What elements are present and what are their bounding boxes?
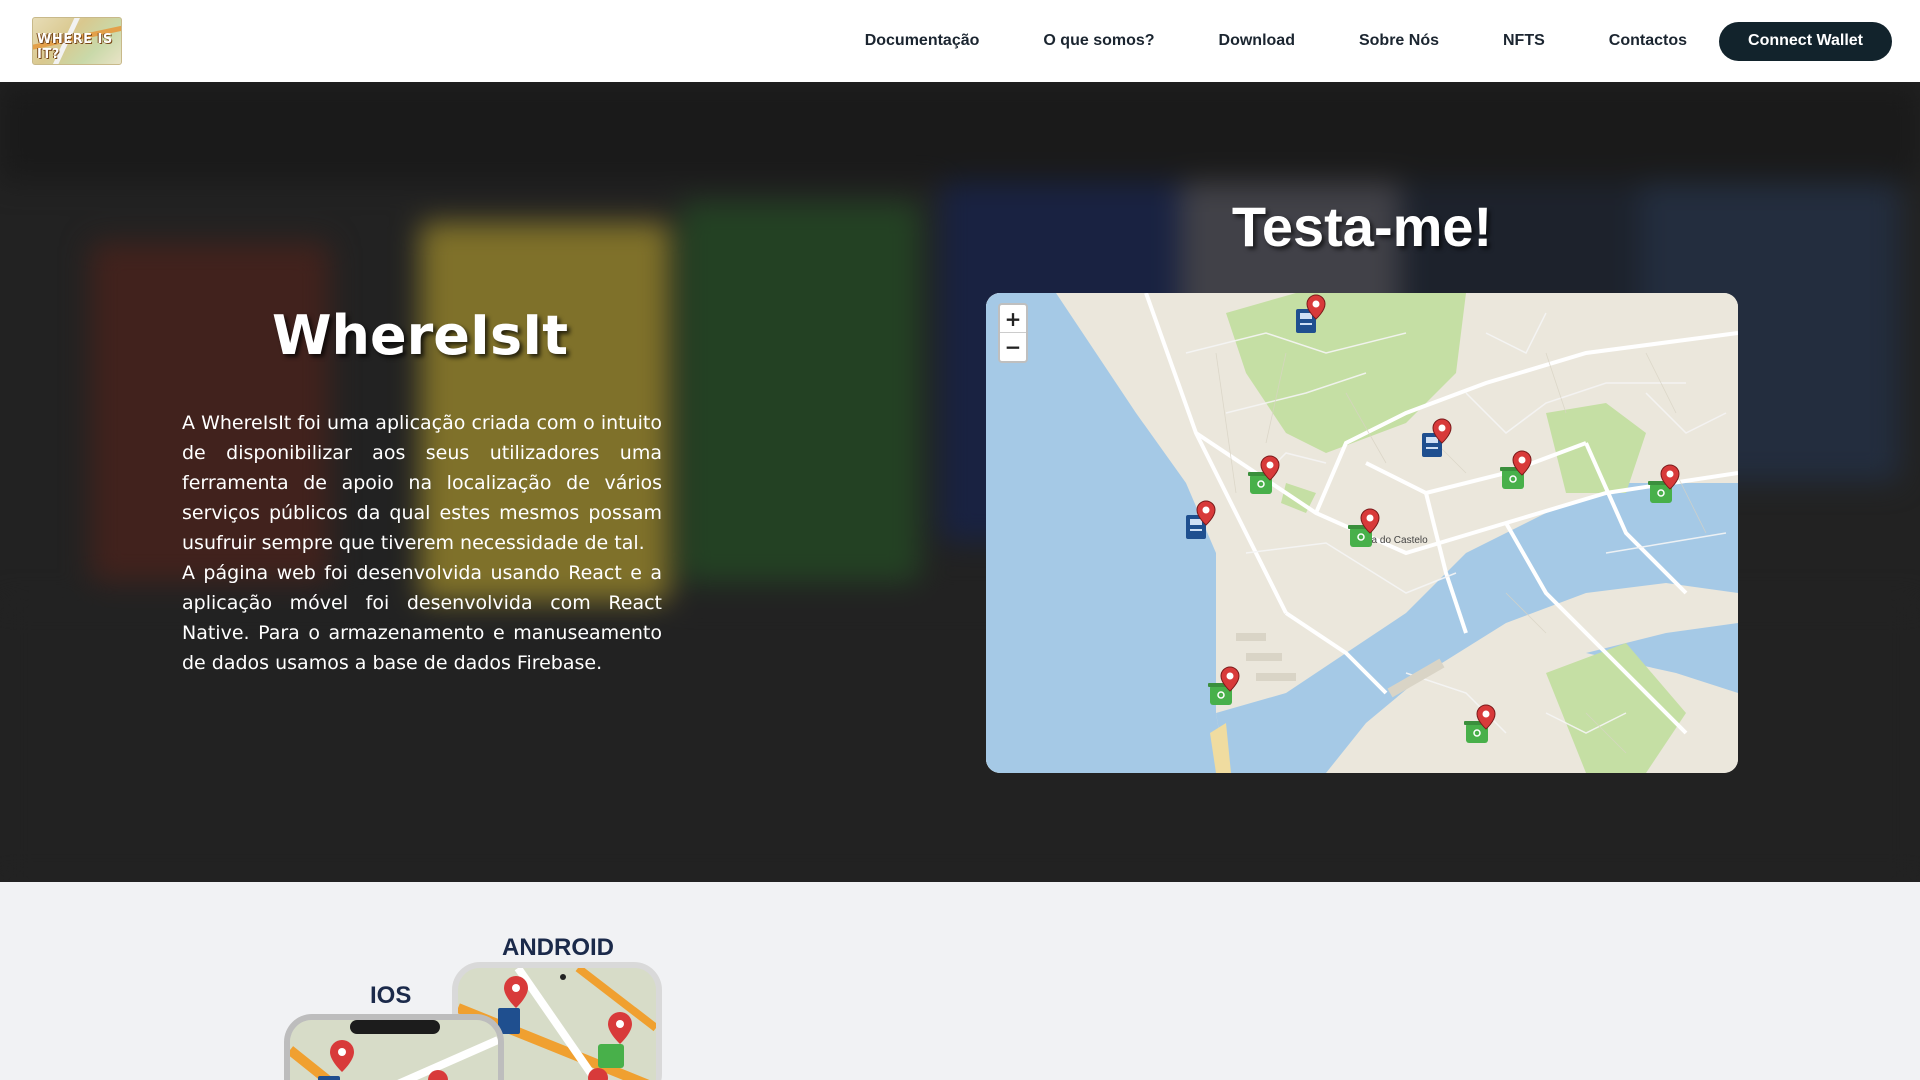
hero-title: WhereIsIt: [271, 304, 569, 367]
hero-section: WhereIsIt A WhereIsIt foi uma aplicação …: [0, 82, 1920, 882]
main-nav: Documentação O que somos? Download Sobre…: [865, 21, 1892, 61]
nav-nfts[interactable]: NFTS: [1503, 32, 1545, 50]
logo-text: WHERE IS IT?: [37, 32, 113, 62]
map-marker-atm[interactable]: [1184, 499, 1218, 543]
map-marker-atm[interactable]: [1294, 293, 1328, 337]
hero-paragraph-1: A WhereIsIt foi uma aplicação criada com…: [182, 412, 662, 554]
map-marker-recycling-bin[interactable]: [1348, 507, 1382, 551]
map-marker-recycling-bin[interactable]: [1208, 665, 1242, 709]
hero-paragraph-2: A página web foi desenvolvida usando Rea…: [182, 562, 662, 674]
ios-phone-mockup[interactable]: [284, 1014, 504, 1080]
map-marker-recycling-bin[interactable]: [1464, 703, 1498, 747]
hero-description: A WhereIsIt foi uma aplicação criada com…: [182, 408, 662, 678]
nav-download[interactable]: Download: [1219, 32, 1295, 50]
map-marker-recycling-bin[interactable]: [1500, 449, 1534, 493]
top-navbar: WHERE IS IT? Documentação O que somos? D…: [0, 0, 1920, 82]
whereisit-logo[interactable]: WHERE IS IT?: [32, 17, 122, 65]
map-section-title: Testa-me!: [1231, 195, 1493, 258]
nav-sobre-nos[interactable]: Sobre Nós: [1359, 32, 1439, 50]
interactive-map[interactable]: + − na do Castelo: [986, 293, 1738, 773]
nav-o-que-somos[interactable]: O que somos?: [1043, 32, 1154, 50]
map-zoom-control: + −: [998, 303, 1028, 363]
ios-phone-screen: [290, 1020, 498, 1080]
map-marker-atm[interactable]: [1420, 417, 1454, 461]
ios-label: IOS: [370, 982, 412, 1009]
download-section: ANDROID IOS: [0, 882, 1920, 1080]
zoom-out-button[interactable]: −: [1000, 333, 1026, 361]
zoom-in-button[interactable]: +: [1000, 305, 1026, 333]
map-marker-recycling-bin[interactable]: [1648, 463, 1682, 507]
phone-map-illustration: [290, 1020, 498, 1080]
android-label: ANDROID: [502, 934, 614, 961]
nav-documentacao[interactable]: Documentação: [865, 32, 980, 50]
nav-contactos[interactable]: Contactos: [1609, 32, 1687, 50]
connect-wallet-button[interactable]: Connect Wallet: [1719, 21, 1892, 61]
map-marker-recycling-bin[interactable]: [1248, 454, 1282, 498]
